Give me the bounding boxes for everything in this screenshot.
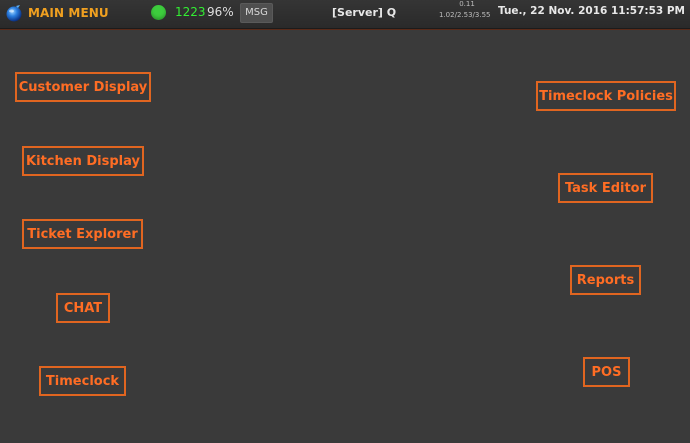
date-time: Tue., 22 Nov. 2016 11:57:53 PM bbox=[497, 5, 685, 17]
main-menu-title[interactable]: MAIN MENU bbox=[28, 6, 109, 20]
kitchen-display-button[interactable]: Kitchen Display bbox=[22, 146, 144, 176]
ticket-explorer-button[interactable]: Ticket Explorer bbox=[22, 219, 143, 249]
connection-status-icon bbox=[151, 5, 166, 20]
timeclock-policies-button[interactable]: Timeclock Policies bbox=[536, 81, 676, 111]
user-count: 1223 bbox=[175, 5, 206, 19]
task-editor-button[interactable]: Task Editor bbox=[558, 173, 653, 203]
server-name: [Server] Q bbox=[332, 6, 397, 19]
msg-button[interactable]: MSG bbox=[240, 3, 273, 23]
load-indicator-top: 0.11 bbox=[459, 0, 475, 8]
timeclock-button[interactable]: Timeclock bbox=[39, 366, 126, 396]
reports-button[interactable]: Reports bbox=[570, 265, 641, 295]
battery-percent: 96% bbox=[207, 5, 234, 19]
top-bar: MAIN MENU 1223 96% MSG [Server] Q 0.11 1… bbox=[0, 0, 690, 29]
pos-button[interactable]: POS bbox=[583, 357, 630, 387]
chat-button[interactable]: CHAT bbox=[56, 293, 110, 323]
app-logo-icon[interactable] bbox=[5, 4, 23, 22]
customer-display-button[interactable]: Customer Display bbox=[15, 72, 151, 102]
load-average: 1.02/2.53/3.55 bbox=[439, 11, 491, 19]
